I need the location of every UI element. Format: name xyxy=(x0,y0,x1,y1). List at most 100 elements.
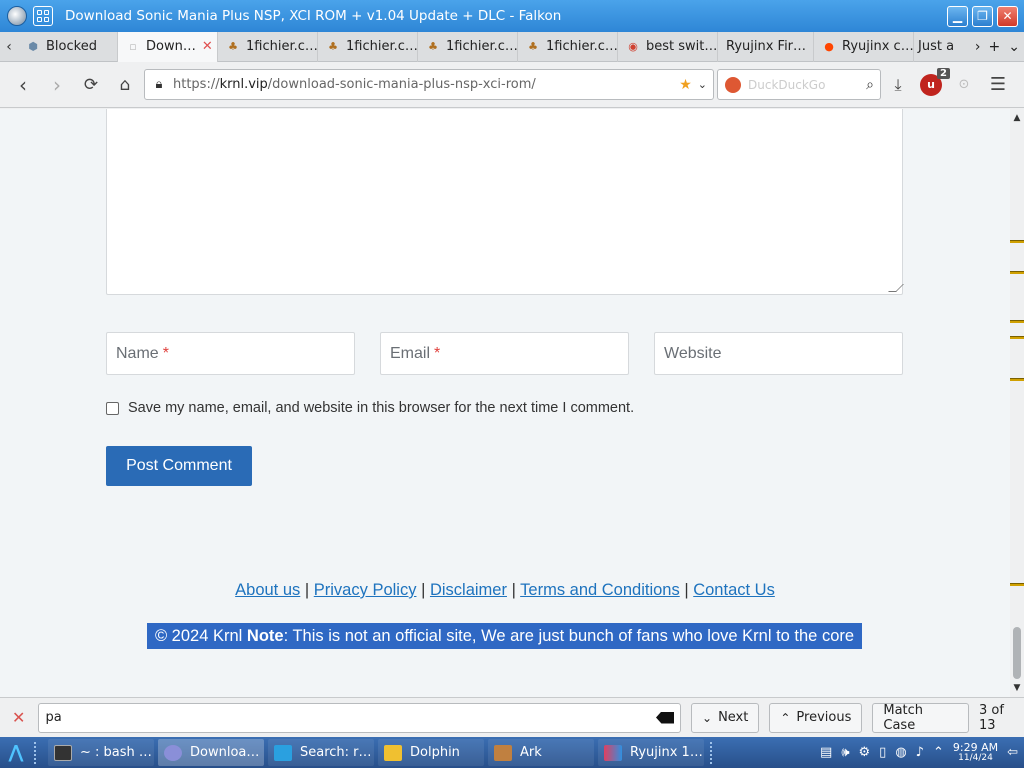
audio-icon[interactable]: ♪ xyxy=(916,745,924,760)
task-ryujinx[interactable]: Ryujinx 1… xyxy=(598,739,704,766)
clock-time: 9:29 AM xyxy=(952,740,999,754)
consent-label[interactable]: Save my name, email, and website in this… xyxy=(128,400,634,416)
volume-icon[interactable]: 🕪︎ xyxy=(841,745,849,760)
window-menu-icon[interactable] xyxy=(33,6,53,26)
downloads-icon[interactable]: ⤓ xyxy=(886,73,910,97)
forward-button[interactable]: › xyxy=(40,68,74,102)
disclaimer-link[interactable]: Disclaimer xyxy=(430,581,507,599)
contact-us-link[interactable]: Contact Us xyxy=(693,581,775,599)
post-comment-button[interactable]: Post Comment xyxy=(106,446,252,486)
tab-bar: ‹ ⬢ Blocked ▫ Down… ✕ ♣ 1fichier.c… ♣ 1f… xyxy=(0,31,1024,62)
email-placeholder: Email xyxy=(390,344,431,362)
bookmark-star-icon[interactable]: ★ xyxy=(679,77,692,93)
close-window-button[interactable]: ✕ xyxy=(997,5,1018,27)
tab-1fichier-4[interactable]: ♣ 1fichier.c… xyxy=(518,31,618,62)
new-tab-icon[interactable]: + xyxy=(989,39,1001,55)
tab-1fichier-2[interactable]: ♣ 1fichier.c… xyxy=(318,31,418,62)
required-mark: * xyxy=(162,344,169,362)
menu-icon[interactable]: ☰ xyxy=(986,73,1010,97)
system-tray: ▤ 🕪︎ ⚙ ▯ ◍ ♪ ⌃ 9:29 AM 11/4/24 ⇦ xyxy=(820,742,1024,764)
tab-label: 1fichier.c… xyxy=(546,39,618,54)
squirrel-icon: ♣ xyxy=(428,40,438,53)
match-marker xyxy=(1010,336,1024,339)
save-info-checkbox[interactable] xyxy=(106,401,119,415)
expand-tray-icon[interactable]: ⌃ xyxy=(933,745,944,760)
task-ark[interactable]: Ark xyxy=(488,739,594,766)
clipboard-icon[interactable]: ▤ xyxy=(820,745,832,760)
resize-grip-icon[interactable] xyxy=(888,284,904,292)
app-launcher-icon[interactable]: ⋀ xyxy=(0,742,32,763)
tab-ryujinx-firmware[interactable]: Ryujinx Fir… xyxy=(718,31,814,62)
terms-link[interactable]: Terms and Conditions xyxy=(520,581,680,599)
find-next-button[interactable]: ⌄ Next xyxy=(691,702,760,733)
reload-button[interactable]: ⟳ xyxy=(74,68,108,102)
task-dolphin[interactable]: Dolphin xyxy=(378,739,484,766)
duckduckgo-icon[interactable] xyxy=(725,76,741,93)
close-tab-icon[interactable]: ✕ xyxy=(202,39,213,54)
privacy-policy-link[interactable]: Privacy Policy xyxy=(314,581,417,599)
tab-1fichier-1[interactable]: ♣ 1fichier.c… xyxy=(218,31,318,62)
footer-links: About us | Privacy Policy | Disclaimer |… xyxy=(0,581,1010,600)
clock-date: 11/4/24 xyxy=(958,752,993,763)
tab-label: 1fichier.c… xyxy=(346,39,418,54)
scrollbar-thumb[interactable] xyxy=(1013,627,1021,679)
match-case-button[interactable]: Match Case xyxy=(872,702,969,733)
find-query[interactable]: pa xyxy=(46,710,657,725)
scroll-up-icon[interactable]: ▲ xyxy=(1010,113,1024,123)
show-desktop-icon[interactable]: ⇦ xyxy=(1007,745,1018,760)
clear-input-icon[interactable] xyxy=(656,711,674,724)
tabs-scroll-left-icon[interactable]: ‹ xyxy=(0,39,18,55)
falkon-app-icon[interactable] xyxy=(7,6,27,26)
search-icon[interactable]: ⌕ xyxy=(866,77,874,93)
about-us-link[interactable]: About us xyxy=(235,581,300,599)
falkon-icon xyxy=(164,744,182,761)
url-text[interactable]: https://krnl.vip/download-sonic-mania-pl… xyxy=(173,77,679,92)
email-field[interactable]: Email * xyxy=(380,332,629,375)
chevron-down-icon: ⌄ xyxy=(702,710,713,725)
notes-icon[interactable]: ▯ xyxy=(879,745,886,760)
close-find-icon[interactable]: ✕ xyxy=(0,708,38,727)
task-label: Ark xyxy=(520,745,542,760)
tab-label: Just a xyxy=(918,39,955,54)
tab-best-switch[interactable]: ◉ best swit… xyxy=(618,31,718,62)
squirrel-icon: ♣ xyxy=(228,40,238,53)
back-button[interactable]: ‹ xyxy=(6,68,40,102)
find-previous-button[interactable]: ⌃ Previous xyxy=(769,702,863,733)
network-icon[interactable]: ◍ xyxy=(895,745,906,760)
tab-label: Down… xyxy=(146,39,196,54)
tabs-scroll-right-icon[interactable]: › xyxy=(975,39,981,55)
tab-ryujinx-reddit[interactable]: ● Ryujinx c… xyxy=(814,31,914,62)
tab-blocked[interactable]: ⬢ Blocked xyxy=(18,31,118,62)
task-search[interactable]: Search: r… xyxy=(268,739,374,766)
ublock-icon[interactable]: u2 xyxy=(920,67,950,96)
ryujinx-icon xyxy=(604,744,622,761)
task-terminal[interactable]: ~ : bash … xyxy=(48,739,154,766)
maximize-button[interactable]: ❐ xyxy=(972,5,993,27)
home-button[interactable]: ⌂ xyxy=(108,68,142,102)
name-field[interactable]: Name * xyxy=(106,332,355,375)
tab-1fichier-3[interactable]: ♣ 1fichier.c… xyxy=(418,31,518,62)
page-scrollbar[interactable]: ▲ ▼ xyxy=(1010,109,1024,697)
settings-icon[interactable]: ⚙ xyxy=(859,745,871,760)
squirrel-icon: ♣ xyxy=(528,40,538,53)
search-app-icon xyxy=(274,744,292,761)
clock[interactable]: 9:29 AM 11/4/24 xyxy=(953,742,998,764)
task-falkon[interactable]: Downloa… xyxy=(158,739,264,766)
url-history-dropdown-icon[interactable]: ⌄ xyxy=(698,78,707,91)
minimize-button[interactable]: ▁ xyxy=(947,5,968,27)
comment-textarea[interactable] xyxy=(106,109,904,295)
match-marker xyxy=(1010,583,1024,586)
search-bar[interactable]: DuckDuckGo ⌕ xyxy=(717,69,881,100)
dolphin-icon xyxy=(384,744,402,761)
tab-download[interactable]: ▫ Down… ✕ xyxy=(118,31,218,62)
website-field[interactable]: Website xyxy=(654,332,903,375)
consent-row: Save my name, email, and website in this… xyxy=(106,400,634,416)
scroll-down-icon[interactable]: ▼ xyxy=(1010,683,1024,693)
find-input[interactable]: pa xyxy=(37,702,681,733)
tab-just-a[interactable]: Just a xyxy=(914,32,958,62)
extension-icon[interactable]: ⊙ xyxy=(952,73,976,97)
tab-list-icon[interactable]: ⌄ xyxy=(1008,39,1020,55)
lock-icon[interactable]: 🔒︎ xyxy=(145,77,173,92)
match-marker xyxy=(1010,378,1024,381)
url-bar[interactable]: 🔒︎ https://krnl.vip/download-sonic-mania… xyxy=(144,69,714,100)
